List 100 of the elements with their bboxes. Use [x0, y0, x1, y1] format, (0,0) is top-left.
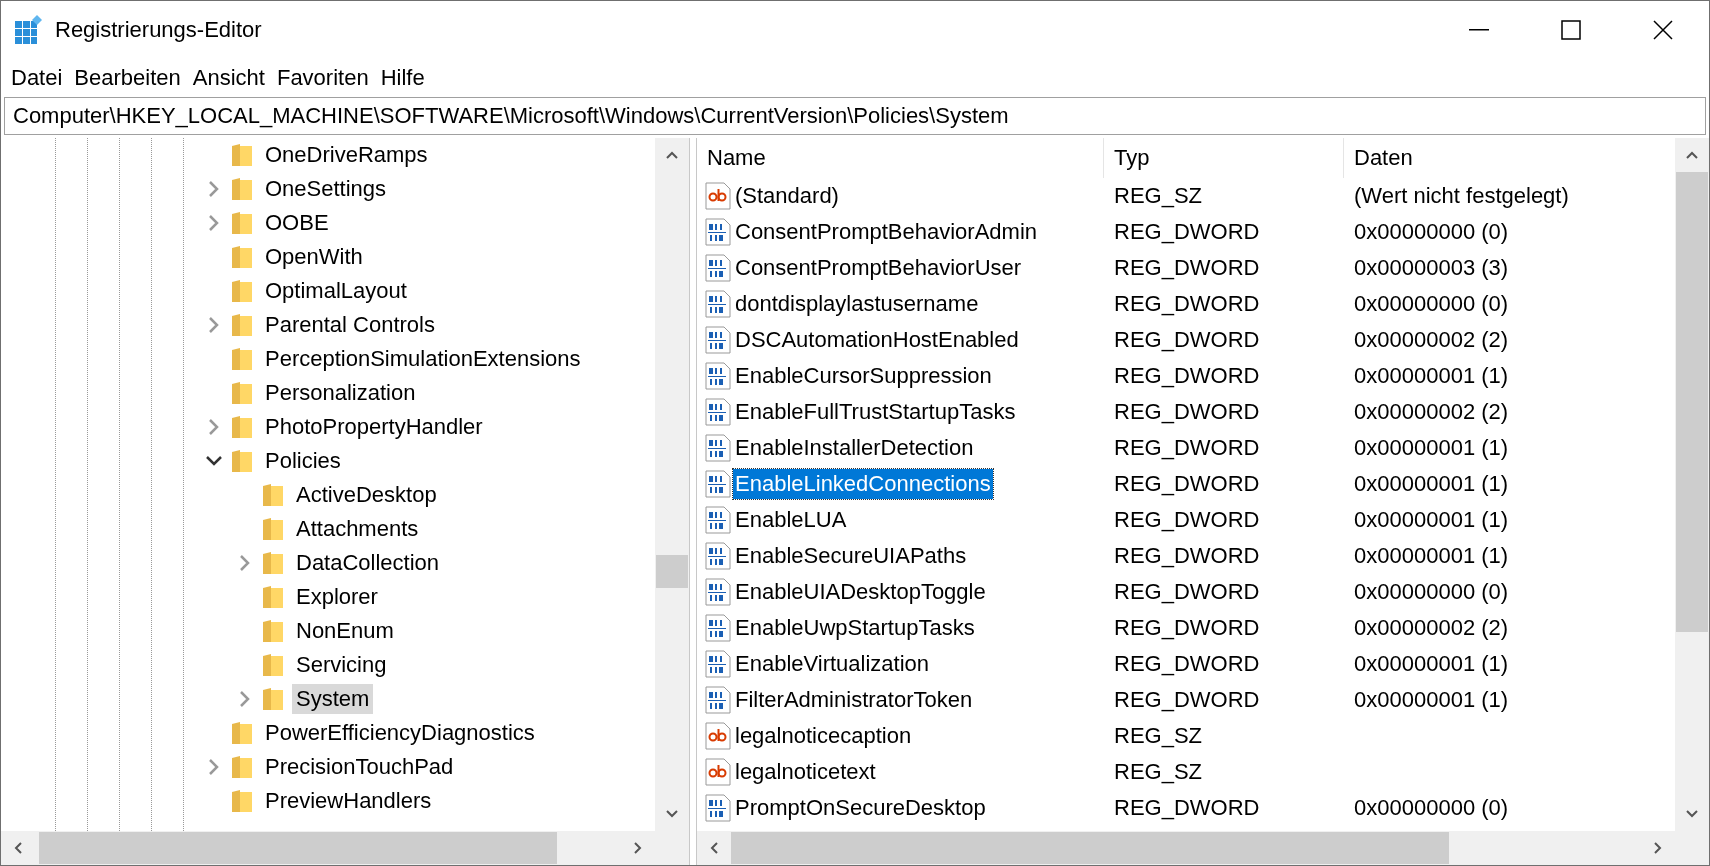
horizontal-scrollbar[interactable] — [697, 831, 1709, 865]
folder-icon — [231, 449, 253, 473]
tree-item[interactable]: PrecisionTouchPad — [261, 752, 458, 782]
tree-item[interactable]: DataCollection — [292, 548, 444, 578]
menu-item[interactable]: Ansicht — [186, 65, 271, 91]
value-data: 0x00000001 (1) — [1353, 435, 1509, 461]
tree-item[interactable]: Attachments — [292, 514, 423, 544]
value-name[interactable]: EnableLinkedConnections — [733, 469, 993, 499]
value-type: REG_SZ — [1113, 723, 1204, 749]
tree-item[interactable]: System — [292, 684, 374, 714]
app-icon — [15, 15, 43, 45]
value-name[interactable]: PromptOnSecureDesktop — [733, 793, 988, 823]
value-type: REG_DWORD — [1113, 471, 1261, 497]
expand-chevron-icon[interactable] — [208, 316, 220, 334]
value-name[interactable]: DSCAutomationHostEnabled — [733, 325, 1021, 355]
value-name[interactable]: FilterAdministratorToken — [733, 685, 975, 715]
value-type: REG_DWORD — [1113, 579, 1261, 605]
folder-icon — [231, 755, 253, 779]
binary-value-icon — [705, 650, 731, 678]
tree-item[interactable]: OpenWith — [261, 242, 367, 272]
expand-chevron-icon[interactable] — [208, 758, 220, 776]
tree-item[interactable]: OneSettings — [261, 174, 391, 204]
value-type: REG_DWORD — [1113, 219, 1261, 245]
tree-item[interactable]: Servicing — [292, 650, 391, 680]
horizontal-scrollbar[interactable] — [1, 831, 689, 865]
scrollbar-thumb[interactable] — [39, 832, 557, 864]
value-name[interactable]: EnableLUA — [733, 505, 849, 535]
value-name[interactable]: legalnoticetext — [733, 757, 878, 787]
value-data: 0x00000001 (1) — [1353, 651, 1509, 677]
folder-icon — [262, 483, 284, 507]
value-name[interactable]: EnableCursorSuppression — [733, 361, 994, 391]
expand-chevron-icon[interactable] — [208, 214, 220, 232]
expand-chevron-icon[interactable] — [208, 418, 220, 436]
folder-icon — [262, 687, 284, 711]
value-type: REG_DWORD — [1113, 255, 1261, 281]
folder-icon — [231, 789, 253, 813]
value-data: 0x00000000 (0) — [1353, 291, 1509, 317]
tree-item[interactable]: Personalization — [261, 378, 420, 408]
binary-value-icon — [705, 362, 731, 390]
value-name[interactable]: dontdisplaylastusername — [733, 289, 981, 319]
tree-item[interactable]: Explorer — [292, 582, 382, 612]
value-data: 0x00000002 (2) — [1353, 615, 1509, 641]
value-type: REG_DWORD — [1113, 435, 1261, 461]
binary-value-icon — [705, 506, 731, 534]
maximize-icon — [1561, 20, 1581, 40]
folder-icon — [262, 517, 284, 541]
value-name[interactable]: legalnoticecaption — [733, 721, 914, 751]
menu-item[interactable]: Datei — [5, 65, 69, 91]
scrollbar-thumb[interactable] — [1676, 172, 1708, 632]
scrollbar-thumb[interactable] — [731, 832, 1449, 864]
tree-item[interactable]: PhotoPropertyHandler — [261, 412, 487, 442]
value-name[interactable]: EnableSecureUIAPaths — [733, 541, 969, 571]
value-type: REG_SZ — [1113, 183, 1204, 209]
tree-item[interactable]: OptimalLayout — [261, 276, 411, 306]
value-type: REG_DWORD — [1113, 651, 1261, 677]
binary-value-icon — [705, 326, 731, 354]
vertical-scrollbar[interactable] — [655, 138, 689, 831]
value-data: 0x00000001 (1) — [1353, 471, 1509, 497]
folder-icon — [231, 211, 253, 235]
vertical-scrollbar[interactable] — [1675, 138, 1709, 831]
value-data: 0x00000000 (0) — [1353, 219, 1509, 245]
value-data: 0x00000003 (3) — [1353, 255, 1509, 281]
tree-item[interactable]: PreviewHandlers — [261, 786, 436, 816]
value-data: 0x00000000 (0) — [1353, 795, 1509, 821]
expand-chevron-icon[interactable] — [239, 554, 251, 572]
tree-item[interactable]: PowerEfficiencyDiagnostics — [261, 718, 539, 748]
value-data: 0x00000001 (1) — [1353, 543, 1509, 569]
menu-item[interactable]: Bearbeiten — [68, 65, 187, 91]
value-name[interactable]: EnableFullTrustStartupTasks — [733, 397, 1018, 427]
value-type: REG_DWORD — [1113, 507, 1261, 533]
tree-item[interactable]: OneDriveRamps — [261, 140, 432, 170]
value-name[interactable]: EnableInstallerDetection — [733, 433, 976, 463]
value-type: REG_DWORD — [1113, 327, 1261, 353]
binary-value-icon — [705, 290, 731, 318]
menu-item[interactable]: Hilfe — [374, 65, 431, 91]
binary-value-icon — [705, 578, 731, 606]
address-bar[interactable]: Computer\HKEY_LOCAL_MACHINE\SOFTWARE\Microsoft\Windows\CurrentVersion\Policies\System — [4, 97, 1706, 135]
binary-value-icon — [705, 398, 731, 426]
tree-item[interactable]: Parental Controls — [261, 310, 439, 340]
expand-chevron-icon[interactable] — [239, 690, 251, 708]
value-data: 0x00000002 (2) — [1353, 327, 1509, 353]
value-name[interactable]: ConsentPromptBehaviorUser — [733, 253, 1024, 283]
tree-item[interactable]: ActiveDesktop — [292, 480, 441, 510]
scrollbar-thumb[interactable] — [656, 555, 688, 588]
folder-icon — [262, 619, 284, 643]
tree-item[interactable]: PerceptionSimulationExtensions — [261, 344, 585, 374]
value-name[interactable]: EnableUwpStartupTasks — [733, 613, 977, 643]
value-name[interactable]: EnableUIADesktopToggle — [733, 577, 988, 607]
tree-item[interactable]: Policies — [261, 446, 345, 476]
value-name[interactable]: ConsentPromptBehaviorAdmin — [733, 217, 1040, 247]
folder-icon — [262, 653, 284, 677]
tree-item[interactable]: NonEnum — [292, 616, 398, 646]
menu-item[interactable]: Favoriten — [270, 65, 375, 91]
expand-chevron-icon[interactable] — [208, 180, 220, 198]
collapse-chevron-icon[interactable] — [205, 455, 223, 467]
value-name[interactable]: (Standard) — [733, 181, 841, 211]
value-data: 0x00000001 (1) — [1353, 687, 1509, 713]
value-name[interactable]: EnableVirtualization — [733, 649, 932, 679]
value-data: 0x00000001 (1) — [1353, 363, 1509, 389]
tree-item[interactable]: OOBE — [261, 208, 333, 238]
